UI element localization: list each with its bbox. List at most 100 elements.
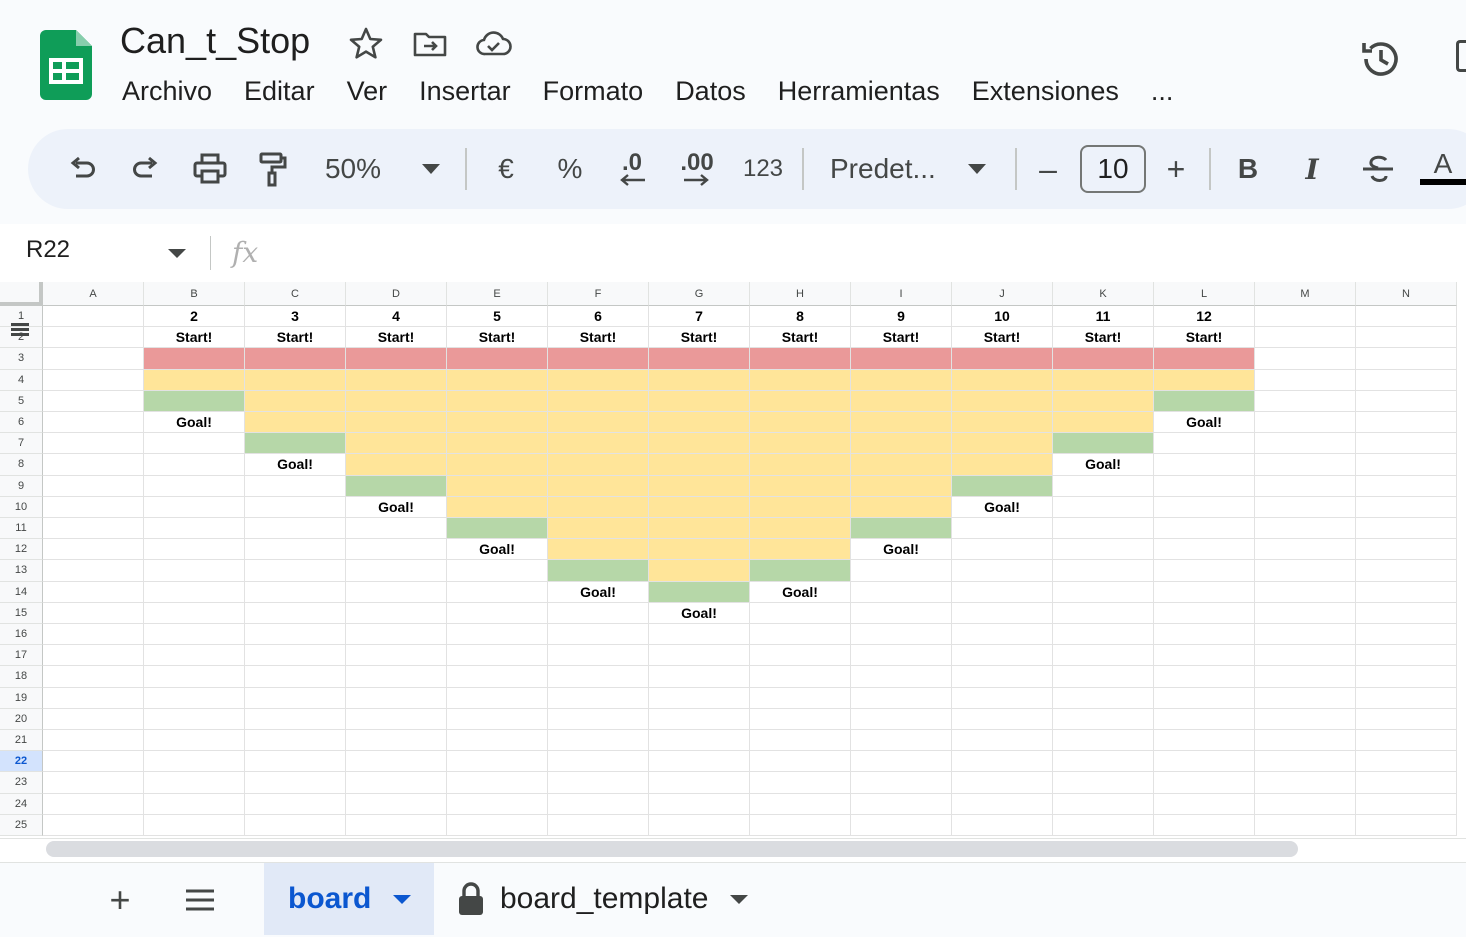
cell[interactable]	[447, 730, 548, 752]
track-cell[interactable]	[649, 496, 750, 518]
column-header-n[interactable]: N	[1356, 282, 1457, 306]
cell[interactable]	[1154, 793, 1255, 815]
cell[interactable]	[447, 708, 548, 730]
cell[interactable]	[952, 751, 1053, 773]
cell[interactable]	[750, 624, 851, 646]
cell[interactable]	[1255, 475, 1356, 497]
comments-icon[interactable]	[1456, 40, 1466, 72]
cell[interactable]	[43, 645, 144, 667]
cell[interactable]	[952, 772, 1053, 794]
track-cell[interactable]	[851, 496, 952, 518]
cell[interactable]	[144, 645, 245, 667]
cell[interactable]	[548, 687, 649, 709]
menu-archivo[interactable]: Archivo	[106, 70, 228, 112]
row-header-15[interactable]: 15	[0, 602, 43, 624]
menu-extensiones[interactable]: Extensiones	[956, 70, 1135, 112]
cell[interactable]	[1255, 348, 1356, 370]
cell[interactable]	[1255, 687, 1356, 709]
cell[interactable]	[1356, 348, 1457, 370]
cell[interactable]	[952, 645, 1053, 667]
row-header-11[interactable]: 11	[0, 518, 43, 540]
cell[interactable]	[952, 666, 1053, 688]
cell[interactable]	[1154, 581, 1255, 603]
cell[interactable]	[43, 327, 144, 349]
cell[interactable]	[1356, 772, 1457, 794]
cell[interactable]	[649, 793, 750, 815]
undo-button[interactable]	[60, 129, 104, 209]
goal-label[interactable]: Goal!	[447, 539, 548, 561]
cell[interactable]	[1255, 539, 1356, 561]
column-header-m[interactable]: M	[1255, 282, 1356, 306]
cell[interactable]	[43, 814, 144, 836]
track-cell[interactable]	[952, 390, 1053, 412]
row-header-20[interactable]: 20	[0, 708, 43, 730]
cell[interactable]	[43, 560, 144, 582]
column-number-5[interactable]: 5	[447, 306, 548, 328]
cell[interactable]	[548, 814, 649, 836]
start-label[interactable]: Start!	[245, 327, 346, 349]
column-number-4[interactable]: 4	[346, 306, 447, 328]
cell[interactable]	[447, 645, 548, 667]
cell[interactable]	[1053, 475, 1154, 497]
increase-font-size-button[interactable]: +	[1158, 129, 1194, 209]
cell[interactable]	[1255, 454, 1356, 476]
cell[interactable]	[43, 369, 144, 391]
row-header-14[interactable]: 14	[0, 581, 43, 603]
cell[interactable]	[1356, 666, 1457, 688]
cell[interactable]	[1154, 666, 1255, 688]
track-cell[interactable]	[952, 369, 1053, 391]
cell[interactable]	[144, 814, 245, 836]
cell[interactable]	[1356, 496, 1457, 518]
cell[interactable]	[1053, 496, 1154, 518]
cell[interactable]	[447, 814, 548, 836]
cell[interactable]	[144, 496, 245, 518]
cell[interactable]	[1255, 518, 1356, 540]
format-currency-button[interactable]: €	[486, 129, 526, 209]
goal-cell[interactable]	[548, 560, 649, 582]
cell[interactable]	[851, 687, 952, 709]
column-header-d[interactable]: D	[346, 282, 447, 306]
cell[interactable]	[43, 390, 144, 412]
cell[interactable]	[1154, 433, 1255, 455]
cell[interactable]	[447, 602, 548, 624]
cell[interactable]	[952, 518, 1053, 540]
track-cell[interactable]	[447, 496, 548, 518]
cell[interactable]	[1255, 496, 1356, 518]
track-cell[interactable]	[548, 475, 649, 497]
column-header-k[interactable]: K	[1053, 282, 1154, 306]
increase-decimal-button[interactable]: .00	[672, 129, 722, 209]
font-size-input[interactable]: 10	[1080, 145, 1146, 193]
cell[interactable]	[144, 687, 245, 709]
track-cell[interactable]	[548, 390, 649, 412]
track-cell[interactable]	[851, 369, 952, 391]
cell[interactable]	[245, 687, 346, 709]
cell[interactable]	[346, 793, 447, 815]
cell[interactable]	[952, 687, 1053, 709]
redo-button[interactable]	[124, 129, 168, 209]
cell[interactable]	[1255, 327, 1356, 349]
menu-herramientas[interactable]: Herramientas	[762, 70, 956, 112]
start-row-cell[interactable]	[245, 348, 346, 370]
menu-insertar[interactable]: Insertar	[403, 70, 527, 112]
cell[interactable]	[952, 602, 1053, 624]
cell[interactable]	[346, 730, 447, 752]
text-color-button[interactable]: A	[1420, 129, 1466, 209]
cell[interactable]	[447, 751, 548, 773]
chevron-down-icon[interactable]	[730, 894, 749, 904]
goal-cell[interactable]	[1154, 390, 1255, 412]
track-cell[interactable]	[1154, 369, 1255, 391]
column-number-6[interactable]: 6	[548, 306, 649, 328]
cell[interactable]	[1053, 751, 1154, 773]
cell[interactable]	[851, 793, 952, 815]
start-label[interactable]: Start!	[144, 327, 245, 349]
goal-cell[interactable]	[447, 518, 548, 540]
start-row-cell[interactable]	[649, 348, 750, 370]
track-cell[interactable]	[851, 390, 952, 412]
cell[interactable]	[750, 730, 851, 752]
cell[interactable]	[1255, 708, 1356, 730]
horizontal-scrollbar-thumb[interactable]	[46, 841, 1298, 857]
track-cell[interactable]	[649, 518, 750, 540]
cell[interactable]	[1154, 475, 1255, 497]
cell[interactable]	[1255, 560, 1356, 582]
cell[interactable]	[1356, 454, 1457, 476]
